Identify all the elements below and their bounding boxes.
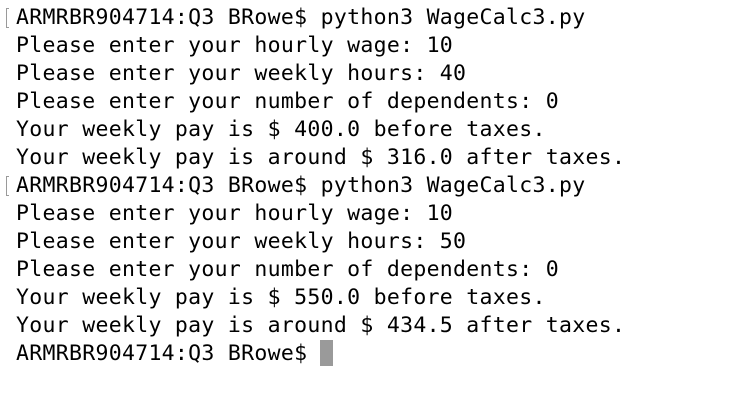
terminal-line: Please enter your weekly hours: 50 xyxy=(16,229,467,254)
terminal-line: Please enter your hourly wage: 10 xyxy=(16,33,454,58)
terminal-window[interactable]: ARMRBR904714:Q3 BRowe$ python3 WageCalc3… xyxy=(0,0,754,410)
terminal-line: Please enter your hourly wage: 10 xyxy=(16,201,454,226)
terminal-line: Your weekly pay is $ 550.0 before taxes. xyxy=(16,285,546,310)
prompt-marker xyxy=(6,176,9,196)
current-prompt-line[interactable]: ARMRBR904714:Q3 BRowe$ xyxy=(16,340,334,368)
terminal-line: Please enter your weekly hours: 40 xyxy=(16,61,467,86)
terminal-line: Please enter your number of dependents: … xyxy=(16,89,560,114)
text-cursor xyxy=(320,340,334,366)
terminal-line: ARMRBR904714:Q3 BRowe$ python3 WageCalc3… xyxy=(16,173,586,198)
terminal-line: Your weekly pay is around $ 434.5 after … xyxy=(16,313,626,338)
terminal-line: ARMRBR904714:Q3 BRowe$ python3 WageCalc3… xyxy=(16,5,586,30)
terminal-line: Your weekly pay is around $ 316.0 after … xyxy=(16,145,626,170)
terminal-prompt: ARMRBR904714:Q3 BRowe$ xyxy=(16,341,308,366)
prompt-marker xyxy=(6,8,9,28)
terminal-line: Please enter your number of dependents: … xyxy=(16,257,560,282)
terminal-line: Your weekly pay is $ 400.0 before taxes. xyxy=(16,117,546,142)
